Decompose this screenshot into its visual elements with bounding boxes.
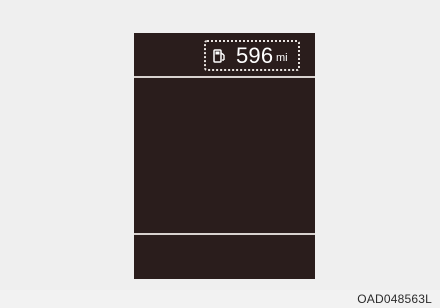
distance-unit-label: mi	[276, 52, 288, 64]
distance-to-empty-box: 596 mi	[204, 40, 300, 71]
distance-to-empty-value: 596	[236, 43, 274, 68]
fuel-pump-icon	[213, 49, 227, 64]
figure-code: OAD048563L	[357, 292, 432, 306]
top-divider-line	[134, 76, 315, 78]
bottom-divider-line	[134, 233, 315, 235]
instrument-cluster-display: 596 mi	[134, 33, 315, 279]
